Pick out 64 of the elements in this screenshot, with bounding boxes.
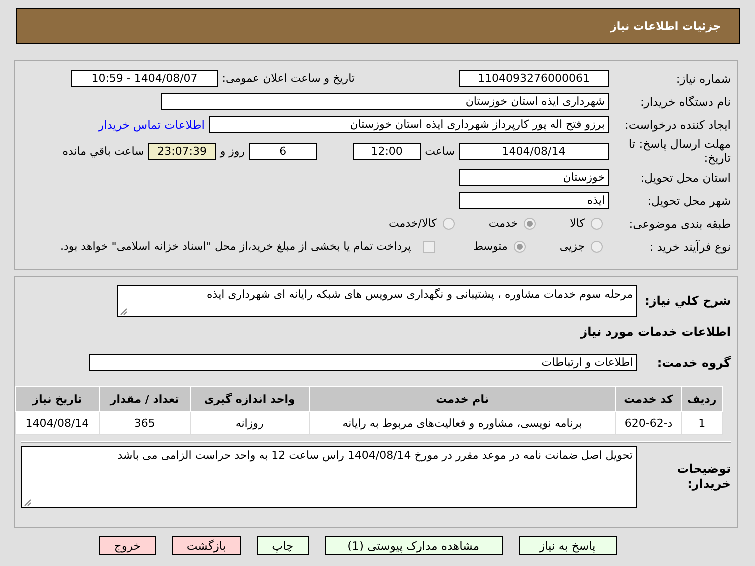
column-header: کد خدمت [616, 386, 682, 412]
table-cell: 1404/08/14 [16, 412, 100, 434]
table-cell: 365 [99, 412, 190, 434]
contact-link[interactable]: اطلاعات تماس خریدار [98, 118, 205, 132]
radio-button[interactable] [524, 218, 536, 230]
time-label: ساعت [425, 144, 455, 158]
option-label: کالا [570, 217, 585, 230]
column-header: واحد اندازه گیری [190, 386, 310, 412]
section-heading: اطلاعات خدمات مورد نیاز [579, 325, 731, 339]
table-cell: د-62-620 [616, 412, 682, 434]
service-group-field[interactable]: اطلاعات و ارتباطات [89, 354, 638, 371]
description-text: مرحله سوم خدمات مشاوره ، پشتیبانی و نگهداری سرویس های شبکه رایانه ای شهرداری ایذه [207, 288, 634, 301]
field-label: نوع فرآیند خرید : [648, 240, 731, 254]
days-label: روز و [220, 144, 246, 158]
exit-button[interactable]: بازگشت [172, 536, 242, 555]
table-cell: برنامه نویسی، مشاوره و فعالیت‌های مربوط به رایانه [309, 412, 616, 434]
option-label: جزیی [560, 240, 585, 253]
countdown-field[interactable]: 23:07:39 [148, 142, 216, 160]
province-field[interactable]: خوزستان [459, 169, 609, 186]
column-header: ردیف [682, 386, 722, 412]
action-button[interactable]: مشاهده مدارک پیوستی (1) [324, 536, 503, 555]
radio-button[interactable] [514, 240, 526, 252]
field-label: شرح کلي نياز: [645, 294, 731, 308]
description-field[interactable]: مرحله سوم خدمات مشاوره ، پشتیبانی و نگهداری سرویس های شبکه رایانه ای شهرداری ایذه [117, 285, 638, 317]
field-label: شماره نیاز: [675, 72, 731, 86]
action-button[interactable]: پاسخ به نیاز [518, 536, 617, 555]
field-label: ایجاد کننده درخواست: [624, 118, 731, 132]
payment-note: پرداخت تمام یا بخشی از مبلغ خرید،از محل "اسناد خزانه اسلامی" خواهد بود. [60, 240, 412, 253]
field-label: گروه خدمت: [657, 356, 731, 370]
radio-button[interactable] [442, 218, 455, 230]
resize-grip-icon [120, 306, 128, 314]
city-field[interactable]: ایذه [459, 192, 609, 209]
table-cell: 1 [682, 412, 722, 434]
column-header: تعداد / مقدار [99, 386, 190, 412]
table-cell: روزانه [190, 412, 310, 434]
field-label: مهلت ارسال پاسخ: تا تاریخ: [628, 137, 731, 165]
radio-button[interactable] [591, 240, 603, 252]
option-label: متوسط [473, 240, 508, 253]
field-label: استان محل تحویل: [640, 170, 731, 184]
date-field[interactable]: 1404/08/07 - 10:59 [71, 70, 218, 87]
column-header: نام خدمت [309, 386, 616, 412]
resize-grip-icon [24, 497, 32, 505]
radio-button[interactable] [591, 218, 603, 230]
field-label: نام دستگاه خریدار: [639, 94, 731, 108]
field-label: طبقه بندی موضوعی: [628, 216, 731, 230]
date-field[interactable]: 1404/08/14 [459, 142, 609, 160]
page-title: جزئیات اطلاعات نیاز [610, 20, 721, 32]
notes-text: تحویل اصل ضمانت نامه در موعد مقرر در مورخ 1404/08/14 راس ساعت 12 به واحد حراست الزامی می باشد [118, 449, 633, 462]
time-field[interactable]: 12:00 [353, 142, 422, 160]
notes-field[interactable]: تحویل اصل ضمانت نامه در موعد مقرر در مورخ 1404/08/14 راس ساعت 12 به واحد حراست الزامی می باشد [21, 446, 637, 508]
field-label: تاریخ و ساعت اعلان عمومی: [222, 72, 355, 85]
field-label: شهر محل تحویل: [646, 194, 731, 208]
field-label: توضیحات خریدار: [676, 462, 731, 492]
option-label: خدمت [488, 217, 518, 230]
option-label: کالا/خدمت [389, 217, 437, 230]
buyer-org-field[interactable]: شهرداری ایذه استان خوزستان [161, 93, 609, 110]
days-field[interactable]: 6 [249, 142, 318, 160]
column-header: تاریخ نیاز [16, 386, 100, 412]
checkbox[interactable] [423, 240, 436, 252]
remaining-label: ساعت باقي مانده [62, 144, 144, 158]
exit-button[interactable]: خروج [99, 536, 156, 555]
action-button[interactable]: چاپ [257, 536, 309, 555]
need-number-field[interactable]: 1104093276000061 [459, 70, 609, 87]
requester-field[interactable]: برزو فتح اله پور کارپرداز شهرداری ایذه استان خوزستان [209, 116, 609, 133]
